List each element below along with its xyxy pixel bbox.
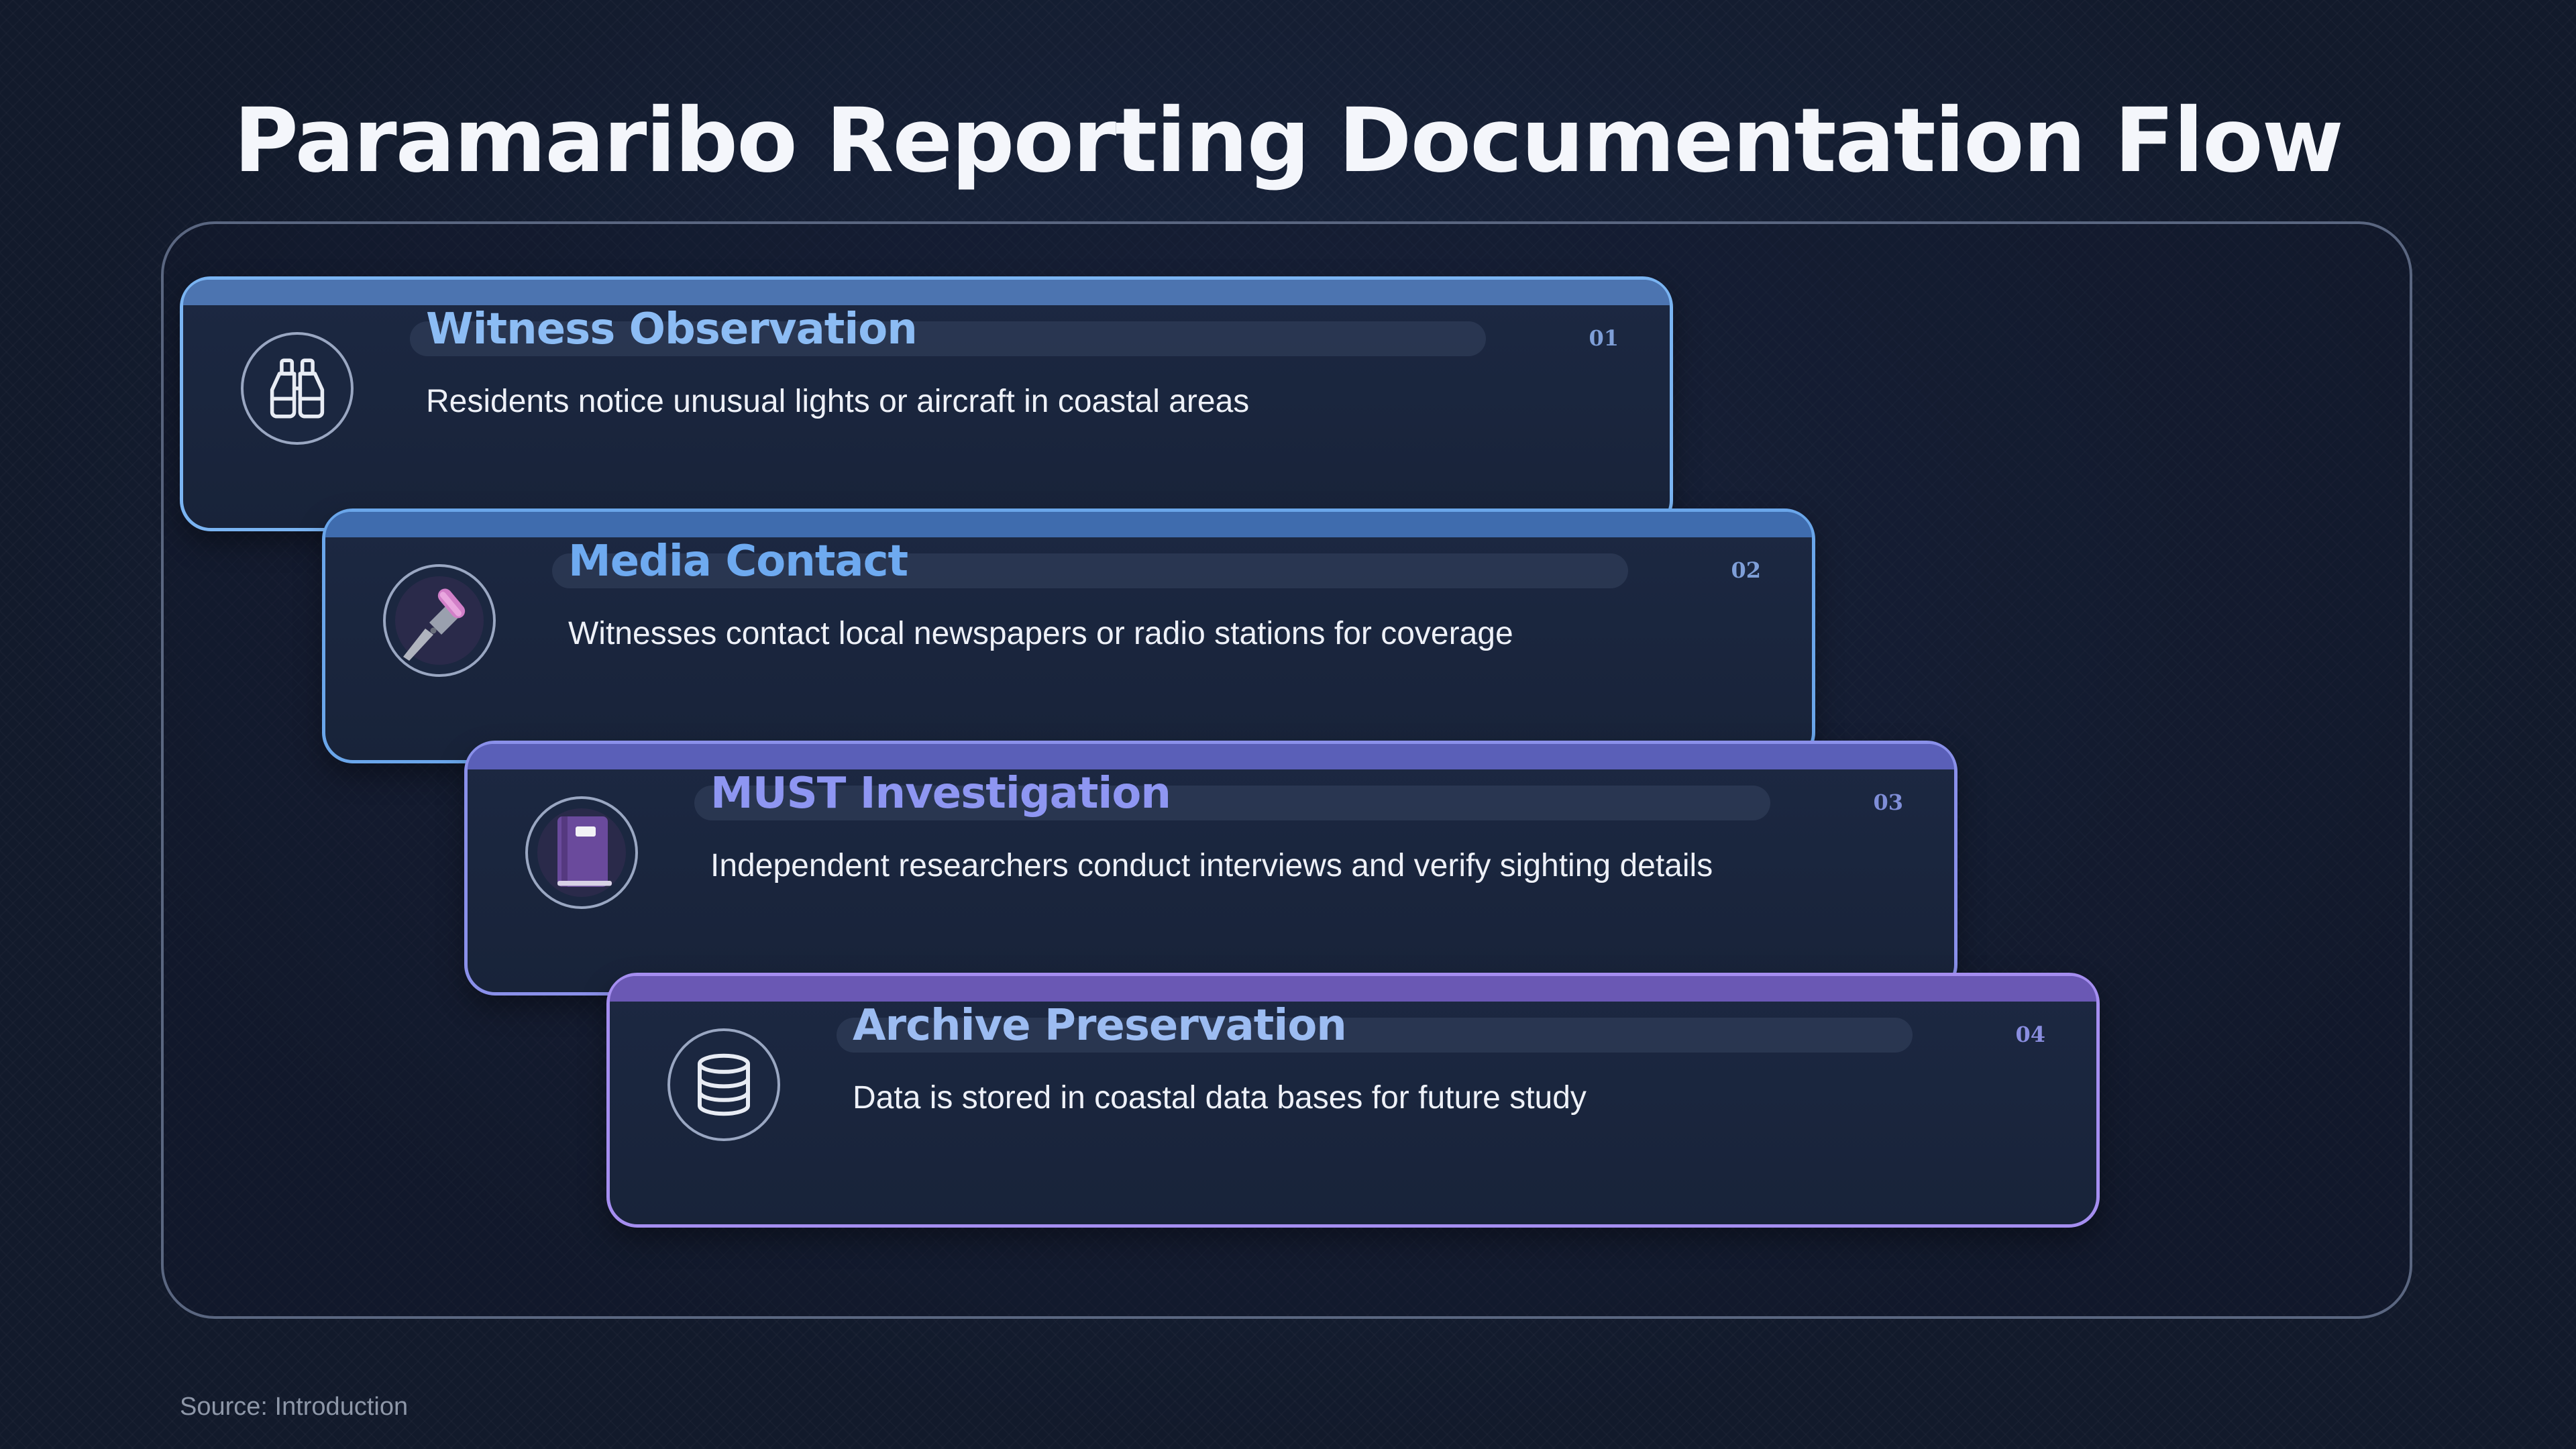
page-title: Paramaribo Reporting Documentation Flow — [233, 89, 2343, 193]
step-number: 01 — [1589, 325, 1619, 351]
source-note: Source: Introduction — [180, 1393, 409, 1421]
card-top-bar — [610, 976, 2096, 1002]
step-title: Archive Preservation — [853, 1001, 1347, 1051]
step-card-witness-observation: Witness Observation Residents notice unu… — [180, 276, 1673, 531]
step-card-must-investigation: MUST Investigation Independent researche… — [464, 741, 1957, 996]
card-top-bar — [468, 744, 1954, 769]
icon-badge — [383, 564, 496, 677]
step-number: 04 — [2015, 1022, 2045, 1047]
step-description: Independent researchers conduct intervie… — [710, 848, 1713, 883]
step-title: Witness Observation — [426, 305, 918, 354]
icon-badge — [525, 796, 638, 909]
step-card-archive-preservation: Archive Preservation Data is stored in c… — [606, 973, 2100, 1228]
step-title: Media Contact — [568, 537, 908, 586]
microphone-icon — [395, 576, 484, 665]
binoculars-icon — [270, 358, 325, 419]
step-number: 03 — [1873, 790, 1903, 815]
step-description: Witnesses contact local newspapers or ra… — [568, 616, 1513, 651]
step-description: Residents notice unusual lights or aircr… — [426, 384, 1250, 419]
card-top-bar — [325, 512, 1812, 537]
step-description: Data is stored in coastal data bases for… — [853, 1080, 1587, 1116]
icon-badge — [241, 332, 354, 445]
step-number: 02 — [1731, 557, 1761, 583]
icon-badge — [667, 1028, 780, 1141]
step-card-media-contact: Media Contact Witnesses contact local ne… — [322, 508, 1815, 763]
step-title: MUST Investigation — [710, 769, 1171, 818]
notebook-icon — [537, 808, 626, 897]
database-icon — [698, 1053, 750, 1116]
card-top-bar — [183, 280, 1670, 305]
